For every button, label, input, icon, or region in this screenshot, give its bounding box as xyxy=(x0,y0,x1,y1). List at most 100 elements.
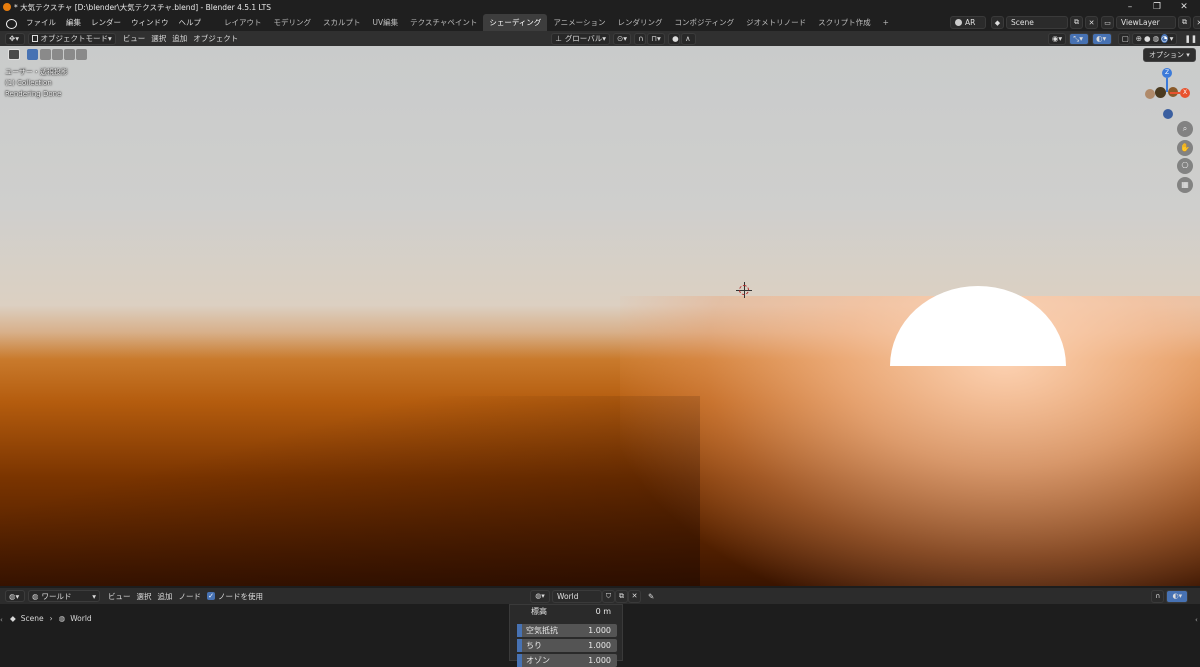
sky-texture-node[interactable]: 標高 0 m 空気抵抗 1.000 ちり 1.000 オゾン 1.000 xyxy=(509,604,623,667)
viewport-menu-select[interactable]: 選択 xyxy=(148,33,169,45)
viewlayer-selector[interactable]: ▭ ViewLayer ⧉ ✕ xyxy=(1101,16,1200,29)
node-overlay-icon[interactable]: ◐▾ xyxy=(1166,589,1189,603)
node-menu-node[interactable]: ノード xyxy=(176,590,205,602)
breadcrumb-scene[interactable]: Scene xyxy=(21,614,44,623)
falloff-icon[interactable]: ∧ xyxy=(681,32,696,45)
altitude-value[interactable]: 0 m xyxy=(596,607,611,616)
pan-hand-icon[interactable]: ✋ xyxy=(1177,140,1193,156)
blender-menu-icon[interactable] xyxy=(5,17,17,29)
select-box-icon[interactable] xyxy=(27,49,38,60)
unlink-world-icon[interactable]: ✕ xyxy=(628,589,641,603)
gizmo-toggle-icon[interactable]: ⤡▾ xyxy=(1069,32,1089,45)
gizmo-neg-x-axis[interactable] xyxy=(1145,89,1155,99)
shading-modes[interactable]: ⊕ ● ◍ ◔ ▾ xyxy=(1131,32,1178,45)
viewlayer-field[interactable]: ViewLayer xyxy=(1116,16,1176,29)
gizmo-z-axis[interactable]: Z xyxy=(1162,68,1172,78)
wireframe-shading-icon[interactable]: ⊕ xyxy=(1136,34,1142,43)
viewport-menu-object[interactable]: オブジェクト xyxy=(190,33,241,45)
node-menu-view[interactable]: ビュー xyxy=(105,590,134,602)
tab-animation[interactable]: アニメーション xyxy=(547,14,611,31)
add-workspace-button[interactable]: + xyxy=(877,14,895,31)
tab-uv-editing[interactable]: UV編集 xyxy=(367,14,405,31)
select-tool-icon[interactable] xyxy=(8,49,20,60)
snap-target-icon[interactable]: ⊓▾ xyxy=(647,32,666,45)
material-shading-icon[interactable]: ◍ xyxy=(1153,34,1160,43)
gizmo-y-axis[interactable] xyxy=(1155,87,1166,98)
blender-logo-icon xyxy=(3,3,11,11)
xray-toggle-icon[interactable]: ▢ xyxy=(1117,32,1130,45)
pin-icon[interactable]: ✎ xyxy=(645,590,657,602)
node-menu-add[interactable]: 追加 xyxy=(155,590,176,602)
new-scene-icon[interactable]: ⧉ xyxy=(1070,16,1083,29)
tab-compositing[interactable]: コンポジティング xyxy=(669,14,741,31)
viewport-menu-view[interactable]: ビュー xyxy=(120,33,149,45)
node-menu-select[interactable]: 選択 xyxy=(134,590,155,602)
perspective-toggle-icon[interactable]: ▦ xyxy=(1177,177,1193,193)
ar-selector[interactable]: AR xyxy=(950,16,986,29)
use-nodes-checkbox[interactable]: ✓ xyxy=(207,592,215,600)
tab-layout[interactable]: レイアウト xyxy=(218,14,268,31)
snap-toggle-icon[interactable]: ∩ xyxy=(634,32,647,45)
solid-shading-icon[interactable]: ● xyxy=(1144,34,1151,43)
gizmo-neg-z-axis[interactable] xyxy=(1163,109,1173,119)
maximize-button[interactable]: ❐ xyxy=(1143,0,1171,14)
collapse-left-icon[interactable]: ‹ xyxy=(0,616,4,628)
dust-value[interactable]: 1.000 xyxy=(588,641,611,650)
tab-texture-paint[interactable]: テクスチャペイント xyxy=(404,14,483,31)
node-row-altitude[interactable]: 標高 0 m xyxy=(517,605,617,618)
viewport-menu-add[interactable]: 追加 xyxy=(169,33,190,45)
overlay-toggle-icon[interactable]: ◐▾ xyxy=(1091,32,1112,45)
select-invert-icon[interactable] xyxy=(64,49,75,60)
shader-type-dropdown[interactable]: ◍ ワールド ▾ xyxy=(28,590,100,602)
viewlayer-icon[interactable]: ▭ xyxy=(1101,16,1114,29)
breadcrumb-world[interactable]: World xyxy=(70,614,92,623)
zoom-icon[interactable]: ⌕ xyxy=(1177,121,1193,137)
tab-shading[interactable]: シェーディング xyxy=(483,14,548,31)
menu-file[interactable]: ファイル xyxy=(21,14,61,31)
node-row-dust[interactable]: ちり 1.000 xyxy=(517,639,617,652)
fake-user-icon[interactable]: ⛉ xyxy=(602,589,615,603)
new-world-icon[interactable]: ⧉ xyxy=(615,589,628,603)
gizmo-x-axis[interactable]: X xyxy=(1180,88,1190,98)
node-editor-type-icon[interactable]: ◍▾ xyxy=(5,590,25,602)
delete-scene-icon[interactable]: ✕ xyxy=(1085,16,1098,29)
select-intersect-icon[interactable] xyxy=(76,49,87,60)
delete-viewlayer-icon[interactable]: ✕ xyxy=(1193,16,1200,29)
viewport-view-label: ユーザー・透視投影 xyxy=(5,68,68,76)
tab-geometry-nodes[interactable]: ジオメトリノード xyxy=(740,14,812,31)
tab-scripting[interactable]: スクリプト作成 xyxy=(812,14,877,31)
use-nodes-toggle[interactable]: ✓ ノードを使用 xyxy=(204,590,266,602)
world-browse-icon[interactable]: ◍▾ xyxy=(530,589,550,603)
scene-icon[interactable]: ◆ xyxy=(991,16,1004,29)
minimize-button[interactable]: – xyxy=(1116,0,1144,14)
tab-rendering[interactable]: レンダリング xyxy=(612,14,669,31)
air-value[interactable]: 1.000 xyxy=(588,626,611,635)
select-subtract-icon[interactable] xyxy=(52,49,63,60)
rendered-shading-icon[interactable]: ◔ xyxy=(1161,34,1168,43)
menu-help[interactable]: ヘルプ xyxy=(174,14,207,31)
scene-field[interactable]: Scene xyxy=(1006,16,1068,29)
tab-modeling[interactable]: モデリング xyxy=(268,14,318,31)
menu-window[interactable]: ウィンドウ xyxy=(126,14,174,31)
options-dropdown[interactable]: オプション ▾ xyxy=(1143,48,1196,62)
close-button[interactable]: ✕ xyxy=(1170,0,1198,14)
node-row-air[interactable]: 空気抵抗 1.000 xyxy=(517,624,617,637)
menu-edit[interactable]: 編集 xyxy=(61,14,86,31)
sidebar-toggle-icon[interactable]: ❚❚ xyxy=(1181,33,1200,45)
transform-orientation-dropdown[interactable]: ⊥ グローバル ▾ xyxy=(551,32,611,45)
new-viewlayer-icon[interactable]: ⧉ xyxy=(1178,16,1191,29)
collapse-right-icon[interactable]: ‹ xyxy=(1195,616,1199,628)
world-name-field[interactable]: World xyxy=(552,589,602,603)
snap-node-icon[interactable]: ∩ xyxy=(1151,589,1165,603)
scene-selector[interactable]: ◆ Scene ⧉ ✕ xyxy=(991,16,1098,29)
pivot-point-icon[interactable]: ⊙▾ xyxy=(613,32,632,45)
3d-viewport[interactable]: オプション ▾ ユーザー・透視投影 (1) Collection Renderi… xyxy=(0,46,1200,586)
editor-type-icon[interactable]: ✥▾ xyxy=(5,32,25,45)
tab-sculpt[interactable]: スカルプト xyxy=(317,14,367,31)
visibility-icon[interactable]: ◉▾ xyxy=(1047,32,1067,45)
menu-render[interactable]: レンダー xyxy=(86,14,126,31)
select-extend-icon[interactable] xyxy=(40,49,51,60)
mode-dropdown[interactable]: オブジェクトモード ▾ xyxy=(27,32,116,45)
proportional-edit-icon[interactable]: ● xyxy=(668,32,681,45)
camera-view-icon[interactable]: ⎔ xyxy=(1177,158,1193,174)
